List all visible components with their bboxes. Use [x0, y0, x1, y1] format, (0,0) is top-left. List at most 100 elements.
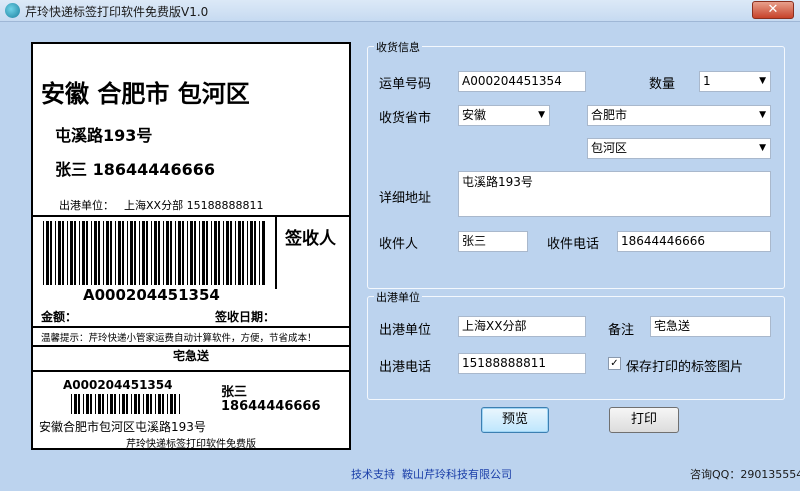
barcode-bar [174, 394, 176, 414]
barcode-bar [175, 221, 176, 285]
barcode-bar [182, 221, 184, 285]
barcode-bar [95, 394, 96, 414]
app-icon [5, 3, 20, 18]
city-select[interactable]: 合肥市 ▼ [587, 105, 771, 126]
barcode-bar [179, 394, 180, 414]
qq-contact: 咨询QQ：2901355545 [690, 468, 800, 481]
barcode-bar [167, 394, 168, 414]
remark-label: 备注 [608, 323, 635, 338]
barcode-bar [155, 394, 156, 414]
barcode-bar [211, 221, 212, 285]
barcode-bar [190, 221, 193, 285]
barcode-bar [166, 221, 169, 285]
barcode-bar [110, 394, 113, 414]
barcode-bar [187, 221, 188, 285]
barcode-bar [162, 394, 164, 414]
recipient-phone-label: 收件电话 [547, 237, 600, 252]
label-divider [33, 326, 349, 328]
barcode-bar [115, 221, 116, 285]
province-select[interactable]: 安徽 ▼ [458, 105, 550, 126]
waybill-input[interactable]: A000204451354 [458, 71, 586, 92]
label-province-city: 安徽 合肥市 包河区 [41, 80, 250, 108]
barcode-bar [46, 221, 49, 285]
barcode-bar [218, 221, 220, 285]
barcode-bar [131, 394, 132, 414]
label-divider-vertical [275, 215, 277, 289]
label-divider [33, 370, 349, 372]
barcode-bar [170, 394, 173, 414]
stub-full-address: 安徽合肥市包河区屯溪路193号 [39, 420, 206, 434]
stub-barcode [71, 394, 180, 414]
barcode-bar [83, 394, 84, 414]
province-value: 安徽 [462, 108, 487, 122]
barcode-bar [71, 394, 72, 414]
close-button[interactable]: ✕ [752, 1, 794, 19]
recipient-phone-input[interactable]: 18644446666 [617, 231, 771, 252]
label-footer: 芹玲快递标签打印软件免费版 [126, 439, 256, 450]
barcode-bar [86, 221, 88, 285]
chevron-down-icon: ▼ [759, 143, 766, 153]
label-remark: 宅急送 [172, 349, 209, 363]
barcode-bar [199, 221, 200, 285]
barcode-bar [102, 394, 104, 414]
outport-unit-label: 出港单位 [379, 323, 432, 338]
recipient-label: 收件人 [379, 237, 419, 252]
label-outport-value: 上海XX分部 15188888811 [124, 199, 264, 212]
barcode-bar [254, 221, 256, 285]
barcode-bar [146, 394, 149, 414]
remark-input[interactable]: 宅急送 [650, 316, 771, 337]
company-link[interactable]: 鞍山芹玲科技有限公司 [402, 466, 512, 482]
barcode-bar [238, 221, 241, 285]
barcode-bar [106, 221, 109, 285]
barcode-bar [78, 394, 80, 414]
barcode-bar [79, 221, 80, 285]
barcode-bar [163, 221, 164, 285]
chevron-down-icon: ▼ [538, 110, 545, 120]
barcode-bar [94, 221, 97, 285]
barcode-bar [202, 221, 205, 285]
save-image-checkbox[interactable]: ✓ [608, 357, 621, 370]
preview-button[interactable]: 预览 [481, 407, 549, 433]
barcode-bar [151, 221, 152, 285]
outport-phone-input[interactable]: 15188888811 [458, 353, 586, 374]
save-image-label[interactable]: 保存打印的标签图片 [626, 356, 743, 375]
barcode-bar [154, 221, 157, 285]
barcode-bar [90, 394, 92, 414]
barcode-bar [91, 221, 92, 285]
barcode-bar [226, 221, 229, 285]
label-tips: 温馨提示：芹玲快递小管家运费自动计算软件，方便，节省成本！ [41, 333, 317, 344]
barcode-bar [170, 221, 172, 285]
barcode-bar [70, 221, 73, 285]
label-waybill: A000204451354 [83, 286, 220, 304]
barcode-bar [262, 221, 265, 285]
barcode-bar [130, 221, 133, 285]
barcode-bar [259, 221, 260, 285]
barcode-bar [119, 394, 120, 414]
barcode-bar [110, 221, 112, 285]
barcode-bar [235, 221, 236, 285]
outport-unit-input[interactable]: 上海XX分部 [458, 316, 586, 337]
stub-name: 张三 [221, 385, 248, 400]
barcode-bar [50, 221, 52, 285]
barcode-bar [142, 221, 145, 285]
barcode-bar [250, 221, 253, 285]
barcode-bar [214, 221, 217, 285]
label-recipient: 张三 18644446666 [55, 160, 216, 179]
city-value: 合肥市 [591, 108, 628, 122]
barcode-bar [230, 221, 232, 285]
barcode-bar [118, 221, 121, 285]
barcode-bar [122, 221, 124, 285]
barcode-bar [178, 221, 181, 285]
quantity-select[interactable]: 1 ▼ [699, 71, 771, 92]
label-amount: 金额： [41, 310, 78, 324]
address-textarea[interactable]: 屯溪路193号 [458, 171, 771, 217]
label-outport: 出港单位： 上海XX分部 15188888811 [59, 197, 264, 213]
address-label: 详细地址 [379, 191, 432, 206]
district-select[interactable]: 包河区 ▼ [587, 138, 771, 159]
print-button[interactable]: 打印 [609, 407, 679, 433]
label-divider [33, 215, 349, 217]
district-value: 包河区 [591, 141, 628, 155]
barcode-bar [107, 394, 108, 414]
label-preview: 安徽 合肥市 包河区 屯溪路193号 张三 18644446666 出港单位： 上… [31, 42, 351, 450]
recipient-input[interactable]: 张三 [458, 231, 528, 252]
